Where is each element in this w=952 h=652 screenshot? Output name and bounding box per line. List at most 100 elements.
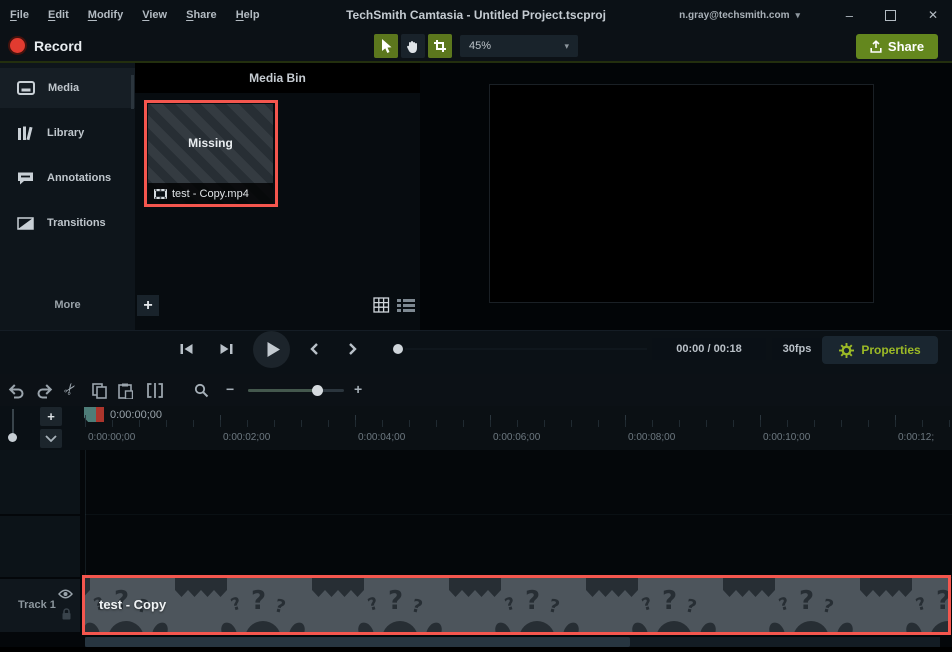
menu-share[interactable]: Share xyxy=(186,9,217,21)
step-forward-icon xyxy=(219,342,234,356)
timeline-zoom-button[interactable] xyxy=(194,383,209,398)
media-icon xyxy=(17,81,35,95)
ruler-label: 0:00:02;00 xyxy=(223,432,270,443)
chevron-right-icon xyxy=(348,342,358,356)
cursor-arrow-icon xyxy=(379,38,393,54)
sidebar-item-label: Library xyxy=(47,127,84,139)
maximize-button[interactable] xyxy=(885,10,896,21)
record-icon xyxy=(10,38,25,53)
track-header-empty-1 xyxy=(0,450,80,514)
eye-icon[interactable] xyxy=(58,589,73,599)
camtasia-window: TechSmith Camtasia - Untitled Project.ts… xyxy=(0,0,952,652)
step-back-icon xyxy=(179,342,194,356)
menu-help[interactable]: Help xyxy=(236,9,260,21)
redo-icon xyxy=(36,383,53,399)
account-email: n.gray@techsmith.com xyxy=(679,10,789,21)
track-divider xyxy=(85,514,952,515)
chevron-down-icon: ▾ xyxy=(564,41,569,52)
timeline-zoom-slider-handle[interactable] xyxy=(312,385,323,396)
step-forward-button[interactable] xyxy=(219,342,234,356)
sidebar-more-button[interactable]: More xyxy=(0,291,135,319)
missing-media-pattern: ? ? ? xyxy=(85,578,949,632)
grid-view-icon[interactable] xyxy=(373,297,390,313)
menu-edit[interactable]: Edit xyxy=(48,9,69,21)
sidebar-scrollbar[interactable] xyxy=(131,75,134,109)
redo-button[interactable] xyxy=(36,383,53,399)
preview-canvas[interactable] xyxy=(489,84,874,303)
sidebar: Media Library Annotations Transitions Mo… xyxy=(0,63,135,330)
properties-button[interactable]: Properties xyxy=(822,336,938,364)
sidebar-item-media[interactable]: Media xyxy=(0,68,135,108)
sidebar-item-annotations[interactable]: Annotations xyxy=(0,158,135,198)
crop-tool[interactable] xyxy=(428,34,452,58)
list-view-icon[interactable] xyxy=(397,298,415,313)
scrubber-handle[interactable] xyxy=(393,344,403,354)
minimize-button[interactable]: – xyxy=(846,8,853,23)
play-button[interactable] xyxy=(253,331,290,368)
scrubber-track[interactable] xyxy=(405,348,647,350)
clip-label: test - Copy xyxy=(99,597,166,612)
ruler-label: 0:00:10;00 xyxy=(763,432,810,443)
track-1-header: Track 1 xyxy=(0,579,80,632)
edit-cursor-tool[interactable] xyxy=(374,34,398,58)
split-button[interactable] xyxy=(146,383,164,398)
account-menu[interactable]: n.gray@techsmith.com ▾ xyxy=(679,0,800,30)
sidebar-item-label: Media xyxy=(48,82,79,94)
horizontal-scrollbar-thumb[interactable] xyxy=(85,637,630,647)
record-button[interactable]: Record xyxy=(10,30,82,61)
zoom-level-value: 45% xyxy=(469,40,491,52)
chevron-down-icon xyxy=(45,435,57,442)
previous-button[interactable] xyxy=(309,342,319,356)
timeline-toolbar xyxy=(0,374,952,406)
sidebar-item-label: Annotations xyxy=(47,172,111,184)
share-label: Share xyxy=(888,39,924,54)
zoom-level-dropdown[interactable]: 45% ▾ xyxy=(460,35,578,57)
library-icon xyxy=(17,126,34,141)
media-bin-panel: Media Bin Missing test - Copy.mp4 + xyxy=(135,63,420,330)
lock-icon[interactable] xyxy=(61,608,72,621)
track-name: Track 1 xyxy=(18,599,56,611)
next-button[interactable] xyxy=(348,342,358,356)
track-height-slider-handle[interactable] xyxy=(8,433,17,442)
media-item-filename: test - Copy.mp4 xyxy=(172,188,249,200)
split-icon xyxy=(146,383,164,398)
paste-icon xyxy=(118,383,133,399)
step-back-button[interactable] xyxy=(179,342,194,356)
missing-status-label: Missing xyxy=(148,136,273,150)
hand-icon xyxy=(406,39,420,54)
transitions-icon xyxy=(17,217,34,230)
upload-icon xyxy=(870,40,882,53)
undo-button[interactable] xyxy=(8,383,25,399)
collapse-tracks-button[interactable] xyxy=(40,429,62,448)
share-button[interactable]: Share xyxy=(856,34,938,59)
media-item-filename-bar: test - Copy.mp4 xyxy=(148,183,273,204)
pan-tool[interactable] xyxy=(401,34,425,58)
copy-button[interactable] xyxy=(92,383,107,399)
chevron-left-icon xyxy=(309,342,319,356)
timeline-clip-test-copy[interactable]: ? ? ? test - Copy xyxy=(85,578,949,632)
preview-panel xyxy=(420,63,952,330)
magnifier-icon xyxy=(194,383,209,398)
media-item-missing[interactable]: Missing test - Copy.mp4 xyxy=(148,104,273,204)
close-button[interactable]: ✕ xyxy=(928,8,938,22)
copy-icon xyxy=(92,383,107,399)
add-track-button[interactable]: + xyxy=(40,407,62,426)
paste-button[interactable] xyxy=(118,383,133,399)
sidebar-item-transitions[interactable]: Transitions xyxy=(0,203,135,243)
view-toggle xyxy=(373,297,415,313)
menu-view[interactable]: View xyxy=(142,9,167,21)
fps-display: 30fps xyxy=(772,338,822,360)
sidebar-item-library[interactable]: Library xyxy=(0,113,135,153)
playhead-line[interactable] xyxy=(85,450,86,578)
menu-file[interactable]: File xyxy=(10,9,29,21)
add-media-button[interactable]: + xyxy=(137,295,159,316)
canvas-tools xyxy=(374,34,452,58)
zoom-in-button[interactable]: + xyxy=(354,381,362,397)
undo-icon xyxy=(8,383,25,399)
annotations-icon xyxy=(17,171,34,185)
menu-modify[interactable]: Modify xyxy=(88,9,123,21)
record-label: Record xyxy=(34,38,82,54)
zoom-out-button[interactable]: − xyxy=(226,381,234,397)
ruler-label: 0:00:06;00 xyxy=(493,432,540,443)
track-header-empty-2 xyxy=(0,516,80,577)
